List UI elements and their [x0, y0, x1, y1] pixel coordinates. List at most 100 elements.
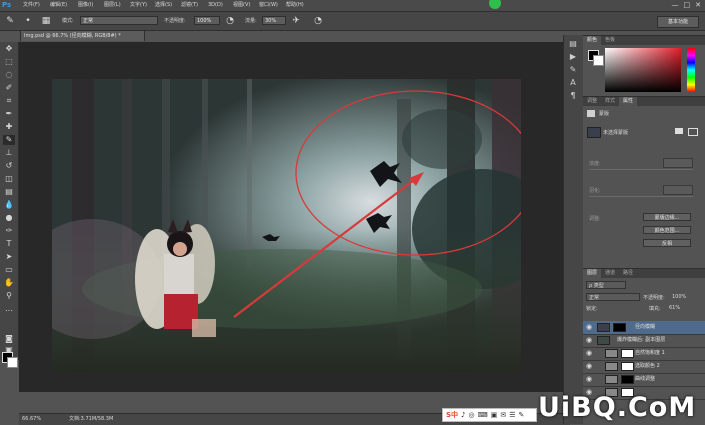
- tab-color[interactable]: 颜色: [583, 36, 602, 45]
- hand-tool-icon[interactable]: ✋: [3, 278, 15, 288]
- path-select-icon[interactable]: ➤: [3, 252, 15, 262]
- blur-tool-icon[interactable]: 💧: [3, 200, 15, 210]
- mask-edge-button[interactable]: 蒙版边缘...: [643, 213, 691, 221]
- color-field[interactable]: [605, 48, 681, 92]
- ime-keyboard-icon[interactable]: ⌨: [478, 411, 488, 419]
- layer-row[interactable]: ◉ 爆炸模糊后: 副本图层: [583, 334, 705, 348]
- brush-panel-icon[interactable]: ▦: [40, 15, 52, 27]
- flow-input[interactable]: 30%: [262, 16, 286, 25]
- pressure-size-icon[interactable]: ◔: [312, 15, 324, 27]
- document-canvas[interactable]: [52, 79, 521, 372]
- ime-label[interactable]: S中: [446, 410, 458, 420]
- dodge-tool-icon[interactable]: ●: [3, 213, 15, 223]
- layer-row[interactable]: ◉ 选取颜色 2: [583, 360, 705, 374]
- layer-kind-filter[interactable]: ρ 类型: [586, 281, 626, 289]
- brush-tool-icon[interactable]: ✎: [4, 15, 16, 27]
- history-icon[interactable]: ▤: [568, 39, 578, 49]
- actions-icon[interactable]: ▶: [568, 52, 578, 62]
- tab-swatches[interactable]: 色板: [601, 36, 619, 45]
- crop-tool-icon[interactable]: ⌗: [3, 96, 15, 106]
- lasso-tool-icon[interactable]: ◌: [3, 70, 15, 80]
- menu-edit[interactable]: 编辑(E): [50, 1, 67, 10]
- marquee-tool-icon[interactable]: ⬚: [3, 57, 15, 67]
- adjustment-icon: [605, 375, 618, 384]
- annotation-overlay: [233, 90, 521, 318]
- brush-tool-icon[interactable]: ✎: [3, 135, 15, 145]
- more-tools-icon[interactable]: …: [3, 304, 15, 314]
- menu-help[interactable]: 帮助(H): [286, 1, 304, 10]
- layer-row[interactable]: ◉ 自然饱和度 1: [583, 347, 705, 361]
- menu-file[interactable]: 文件(F): [23, 1, 40, 10]
- document-tab[interactable]: Img.psd @ 66.7% (径向模糊, RGB/8#) *: [20, 30, 145, 41]
- brush-presets-icon[interactable]: ✎: [568, 65, 578, 75]
- tab-paths[interactable]: 路径: [619, 269, 637, 278]
- paragraph-icon[interactable]: ¶: [568, 91, 578, 101]
- quick-select-tool-icon[interactable]: ✐: [3, 83, 15, 93]
- hue-slider[interactable]: [687, 48, 695, 92]
- opacity-input[interactable]: 100%: [194, 16, 220, 25]
- stamp-tool-icon[interactable]: ⊥: [3, 148, 15, 158]
- color-range-button[interactable]: 颜色范围...: [643, 226, 691, 234]
- tab-properties[interactable]: 属性: [619, 97, 638, 106]
- gradient-tool-icon[interactable]: ▤: [3, 187, 15, 197]
- ime-emoji-icon[interactable]: ◎: [469, 411, 475, 419]
- tab-layers[interactable]: 图层: [583, 269, 602, 278]
- close-button[interactable]: ✕: [695, 0, 701, 11]
- bg-color-chip[interactable]: [593, 55, 604, 66]
- quick-mask-icon[interactable]: ◙: [3, 334, 15, 344]
- ime-menu-icon[interactable]: ☰: [509, 411, 515, 419]
- ime-skin-icon[interactable]: ▣: [491, 411, 498, 419]
- workspace-select[interactable]: 基本功能: [657, 16, 699, 28]
- menu-filter[interactable]: 滤镜(T): [181, 1, 198, 10]
- eraser-tool-icon[interactable]: ◫: [3, 174, 15, 184]
- eyedropper-tool-icon[interactable]: ✒: [3, 109, 15, 119]
- tab-styles[interactable]: 样式: [601, 97, 619, 106]
- layer-opacity-value[interactable]: 100%: [672, 294, 686, 300]
- fill-value[interactable]: 61%: [669, 305, 680, 311]
- eye-icon[interactable]: ◉: [586, 321, 592, 334]
- zoom-readout[interactable]: 66.67%: [22, 414, 41, 425]
- menu-3d[interactable]: 3D(D): [208, 1, 223, 10]
- menu-image[interactable]: 图像(I): [78, 1, 93, 10]
- menu-view[interactable]: 视图(V): [233, 1, 250, 10]
- move-tool-icon[interactable]: ✥: [3, 44, 15, 54]
- menu-window[interactable]: 窗口(W): [259, 1, 278, 10]
- airbrush-icon[interactable]: ✈: [290, 15, 302, 27]
- screen-mode-icon[interactable]: ▣: [3, 345, 15, 355]
- density-input[interactable]: [663, 158, 693, 168]
- eye-icon[interactable]: ◉: [586, 347, 592, 360]
- menu-type[interactable]: 文字(Y): [130, 1, 147, 10]
- eye-icon[interactable]: ◉: [586, 334, 592, 347]
- type-tool-icon[interactable]: T: [3, 239, 15, 249]
- layer-row[interactable]: ◉ 径向模糊: [583, 321, 705, 335]
- pen-tool-icon[interactable]: ✑: [3, 226, 15, 236]
- shape-tool-icon[interactable]: ▭: [3, 265, 15, 275]
- healing-tool-icon[interactable]: ✚: [3, 122, 15, 132]
- invert-button[interactable]: 反相: [643, 239, 691, 247]
- brush-size-icon[interactable]: •: [22, 15, 34, 27]
- character-icon[interactable]: A: [568, 78, 578, 88]
- menu-layer[interactable]: 图层(L): [104, 1, 121, 10]
- feather-input[interactable]: [663, 185, 693, 195]
- mode-select[interactable]: 正常: [80, 16, 158, 25]
- ime-tool-icon[interactable]: ✎: [519, 411, 525, 419]
- eye-icon[interactable]: ◉: [586, 360, 592, 373]
- history-brush-icon[interactable]: ↺: [3, 161, 15, 171]
- pixel-mask-icon[interactable]: [675, 128, 683, 134]
- blend-mode-select[interactable]: 正常: [586, 293, 640, 301]
- eye-icon[interactable]: ◉: [586, 373, 592, 386]
- density-slider[interactable]: [589, 169, 693, 170]
- feather-slider[interactable]: [589, 196, 693, 197]
- background-color-swatch[interactable]: [7, 357, 18, 368]
- tab-adjustments[interactable]: 调整: [583, 97, 601, 106]
- ime-mail-icon[interactable]: ✉: [500, 411, 506, 419]
- zoom-tool-icon[interactable]: ⚲: [3, 291, 15, 301]
- minimize-button[interactable]: —: [672, 0, 679, 11]
- pressure-opacity-icon[interactable]: ◔: [224, 15, 236, 27]
- maximize-button[interactable]: □: [684, 0, 691, 11]
- menu-select[interactable]: 选择(S): [155, 1, 172, 10]
- layer-row[interactable]: ◉ 曲线调整: [583, 373, 705, 387]
- ime-punct-icon[interactable]: ♪: [461, 411, 465, 419]
- vector-mask-icon[interactable]: [688, 128, 698, 136]
- tab-channels[interactable]: 通道: [601, 269, 619, 278]
